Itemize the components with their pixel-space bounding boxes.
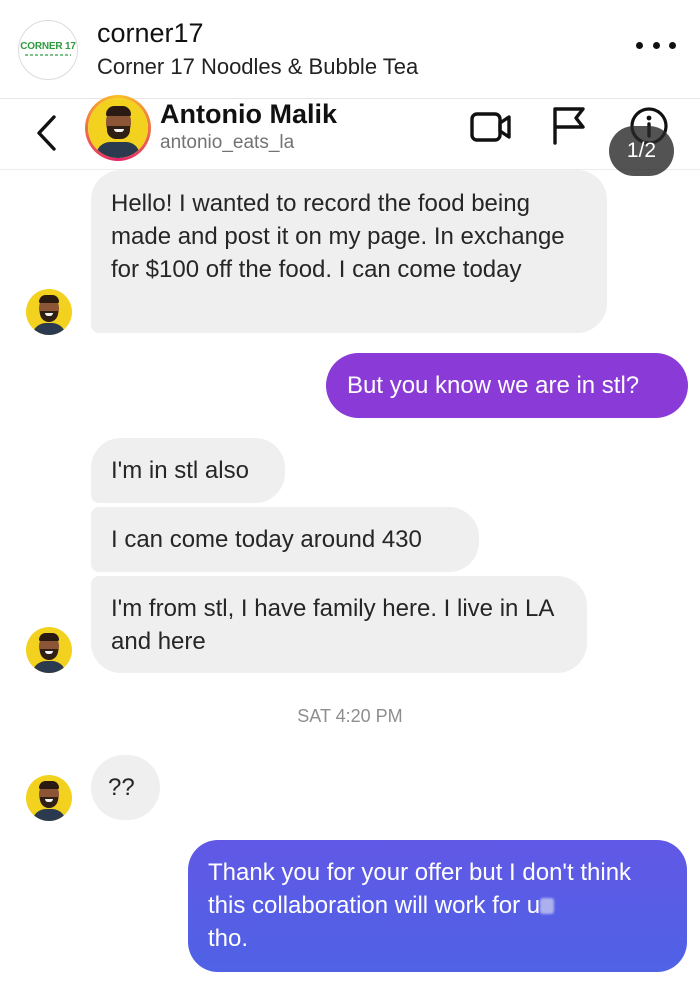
message-incoming[interactable]: I can come today around 430 — [91, 507, 479, 572]
message-incoming[interactable]: I'm in stl also — [91, 438, 285, 503]
logo-tagline-decoration — [25, 54, 71, 56]
back-arrow-icon[interactable] — [34, 113, 60, 153]
video-camera-icon[interactable] — [469, 110, 513, 144]
sender-avatar[interactable] — [26, 627, 72, 673]
flag-icon[interactable] — [550, 105, 588, 145]
message-incoming[interactable]: I'm from stl, I have family here. I live… — [91, 576, 587, 673]
message-incoming[interactable]: ?? — [91, 755, 160, 820]
message-outgoing[interactable]: Thank you for your offer but I don't thi… — [188, 840, 687, 972]
contact-name[interactable]: Antonio Malik — [160, 99, 337, 130]
account-username[interactable]: corner17 — [97, 18, 204, 49]
message-text: tho. — [208, 925, 249, 952]
message-timestamp: SAT 4:20 PM — [297, 706, 403, 726]
sender-avatar[interactable] — [26, 289, 72, 335]
sender-avatar[interactable] — [26, 775, 72, 821]
contact-avatar[interactable] — [85, 95, 151, 161]
contact-handle: antonio_eats_la — [160, 132, 295, 153]
message-text: Thank you for your offer but I don't thi… — [208, 859, 632, 919]
message-incoming[interactable]: Hello! I wanted to record the food being… — [91, 170, 607, 333]
account-full-name: Corner 17 Noodles & Bubble Tea — [97, 54, 419, 79]
more-options-icon[interactable] — [636, 34, 676, 56]
page-counter-badge: 1/2 — [609, 126, 674, 176]
logo-text: CORNER 17 — [20, 41, 76, 52]
account-header: CORNER 17 corner17 Corner 17 Noodles & B… — [0, 0, 700, 99]
contact-photo — [88, 98, 148, 158]
account-logo[interactable]: CORNER 17 — [18, 20, 78, 80]
message-outgoing[interactable]: But you know we are in stl? — [326, 353, 688, 418]
redacted-text — [540, 898, 555, 914]
thread-header: Antonio Malik antonio_eats_la — [0, 95, 700, 170]
